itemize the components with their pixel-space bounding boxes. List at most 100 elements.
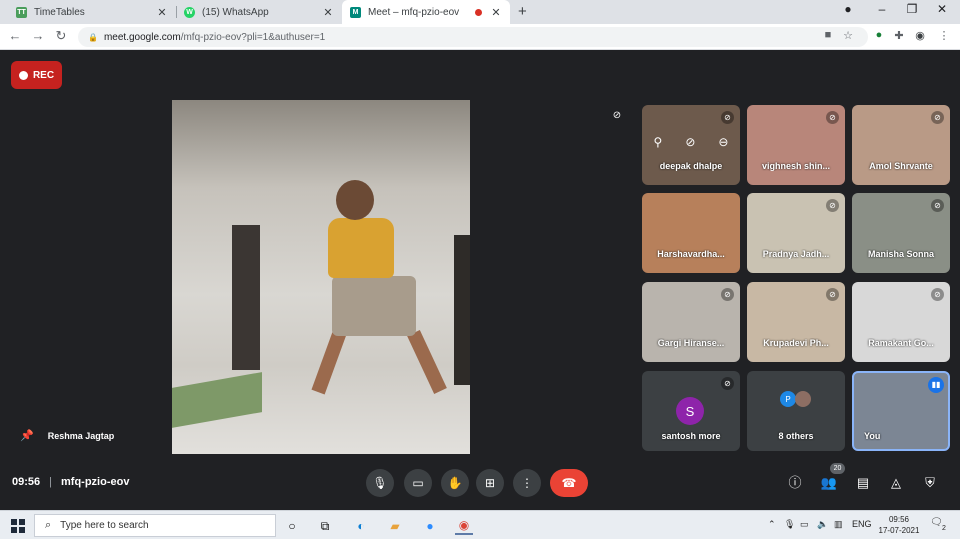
address-bar[interactable]: 🔒 meet.google.com/mfq-pzio-eov?pli=1&aut… [78,27,868,47]
participant-name: Harshavardha... [657,249,725,259]
timetables-favicon-icon: TT [16,6,27,18]
user-avatar-icon[interactable]: ◉ [912,29,928,42]
mic-off-icon: ⊘ [826,288,839,301]
meeting-details-icon[interactable]: ⓘ [786,474,804,492]
participant-tile[interactable]: ⊘ S santosh more [642,371,740,451]
extensions-puzzle-icon[interactable]: ✚ [891,29,907,42]
clock-date: 17-07-2021 [878,526,920,535]
close-window-icon[interactable]: ✕ [932,2,952,16]
taskbar-search-box[interactable]: ⌕ Type here to search [34,514,276,537]
participant-tile[interactable]: ⊘ Amol Shrvante [852,105,950,185]
tray-mic-icon[interactable]: 🎙 [784,519,795,530]
notification-count: 2 [942,525,946,532]
more-options-button[interactable]: ⋮ [513,469,541,497]
cortana-icon[interactable]: ○ [283,517,301,535]
host-controls-icon[interactable]: ⛨ [921,474,939,492]
presenter-name: Reshma Jagtap [47,430,115,441]
participant-tile[interactable]: ⊘ ⚲ ⊘ ⊖ deepak dhalpe [642,105,740,185]
grammarly-extension-icon[interactable]: ● [871,29,887,41]
video-figure-shirt [328,218,394,278]
remove-tile-icon[interactable]: ⊖ [718,135,728,149]
tab-close-icon[interactable]: ✕ [490,6,502,19]
clock-time: 09:56 [888,515,910,524]
participant-photo-avatar [795,391,811,407]
chat-icon[interactable]: ▤ [854,474,872,492]
url-path: /mfq-pzio-eov?pli=1&authuser=1 [180,31,326,43]
back-icon[interactable]: ← [6,28,24,43]
video-figure-head [336,180,374,220]
video-figure-leg [407,330,447,394]
others-tile[interactable]: P 8 others [747,371,845,451]
raise-hand-button[interactable]: ✋ [441,469,469,497]
people-icon[interactable]: 👥 [820,474,838,492]
activities-icon[interactable]: ◬ [887,474,905,492]
participant-tile[interactable]: ⊘ vighnesh shin... [747,105,845,185]
menu-kebab-icon[interactable]: ⋮ [936,29,952,42]
tab-timetables[interactable]: TT TimeTables ✕ [8,0,176,24]
windows-start-icon[interactable] [11,519,25,533]
whatsapp-favicon-icon: W [184,6,195,18]
tab-title: TimeTables [34,6,85,18]
participant-tile[interactable]: ⊘ Ramakant Go... [852,282,950,362]
participant-tile[interactable]: Harshavardha... [642,193,740,273]
mic-off-icon: ⊘ [826,199,839,212]
tab-whatsapp[interactable]: W (15) WhatsApp ✕ [176,0,342,24]
video-background-cabinet [454,235,470,385]
recording-badge: REC [11,61,62,89]
participant-avatar: S [676,397,704,425]
task-view-icon[interactable]: ⧉ [316,517,334,535]
file-explorer-icon[interactable]: ▰ [386,517,404,535]
tab-meet[interactable]: M Meet – mfq-pzio-eov ✕ [342,0,510,24]
tab-close-icon[interactable]: ✕ [156,6,168,19]
forward-icon[interactable]: → [29,28,47,43]
camera-icon: ▭ [412,476,424,490]
notification-icon[interactable]: 🗨 [930,517,943,528]
microphone-button[interactable]: 🎙 [366,469,394,497]
participant-tile[interactable]: ⊘ Manisha Sonna [852,193,950,273]
meeting-code[interactable]: mfq-pzio-eov [61,476,129,488]
tile-hover-controls: ⚲ ⊘ ⊖ [642,135,740,149]
microphone-icon: 🎙 [372,476,388,490]
zoom-icon[interactable]: ● [421,517,439,535]
input-language[interactable]: ENG [852,519,872,529]
reload-icon[interactable]: ↻ [52,28,70,44]
edge-icon[interactable]: ◐ [352,517,370,535]
participant-tile[interactable]: ⊘ Gargi Hiranse... [642,282,740,362]
participant-count-badge: 20 [830,463,845,474]
participant-name: Gargi Hiranse... [657,338,725,348]
participant-name: Ramakant Go... [868,338,934,348]
pin-tile-icon[interactable]: ⚲ [654,135,663,149]
browser-toolbar: ← → ↻ 🔒 meet.google.com/mfq-pzio-eov?pli… [0,24,960,50]
profile-circle-icon[interactable]: ● [838,2,858,16]
tab-close-icon[interactable]: ✕ [322,6,334,19]
camera-button[interactable]: ▭ [404,469,432,497]
tray-volume-icon[interactable]: 🔈 [817,519,828,530]
search-placeholder: Type here to search [60,520,149,531]
tray-network-icon[interactable]: ▥ [834,519,843,530]
bookmark-star-icon[interactable]: ☆ [840,29,856,42]
restore-icon[interactable]: ❐ [902,2,922,16]
pin-icon[interactable]: 📌 [20,429,34,442]
more-vert-icon: ⋮ [521,476,533,490]
participant-tile[interactable]: ⊘ Krupadevi Ph... [747,282,845,362]
recording-indicator-icon [475,8,482,16]
others-count-label: 8 others [778,431,814,441]
new-tab-icon[interactable]: + [518,3,527,20]
self-view-tile[interactable]: ▮▮ You [852,371,950,451]
participant-name: Manisha Sonna [867,249,934,259]
mute-tile-icon[interactable]: ⊘ [685,135,695,149]
leave-call-button[interactable]: ☎ [550,469,588,497]
main-video-feed[interactable] [172,100,470,454]
video-figure-shorts [332,276,416,336]
tray-chevron-icon[interactable]: ⌃ [768,519,776,530]
present-screen-button[interactable]: ⊞ [476,469,504,497]
meet-stage: REC ⊘ 📌 Reshma Jagtap ⊘ ⚲ ⊘ ⊖ deepak dha… [0,51,960,510]
chrome-icon[interactable]: ◉ [455,517,473,535]
participant-tile[interactable]: ⊘ Pradnya Jadh... [747,193,845,273]
search-icon: ⌕ [45,519,52,531]
minimize-icon[interactable]: – [872,2,892,16]
camera-in-use-icon[interactable]: ■ [820,29,836,41]
tray-battery-icon[interactable]: ▭ [800,519,809,530]
mic-off-icon: ⊘ [931,111,944,124]
taskbar-clock[interactable]: 09:56 17-07-2021 [876,514,922,536]
